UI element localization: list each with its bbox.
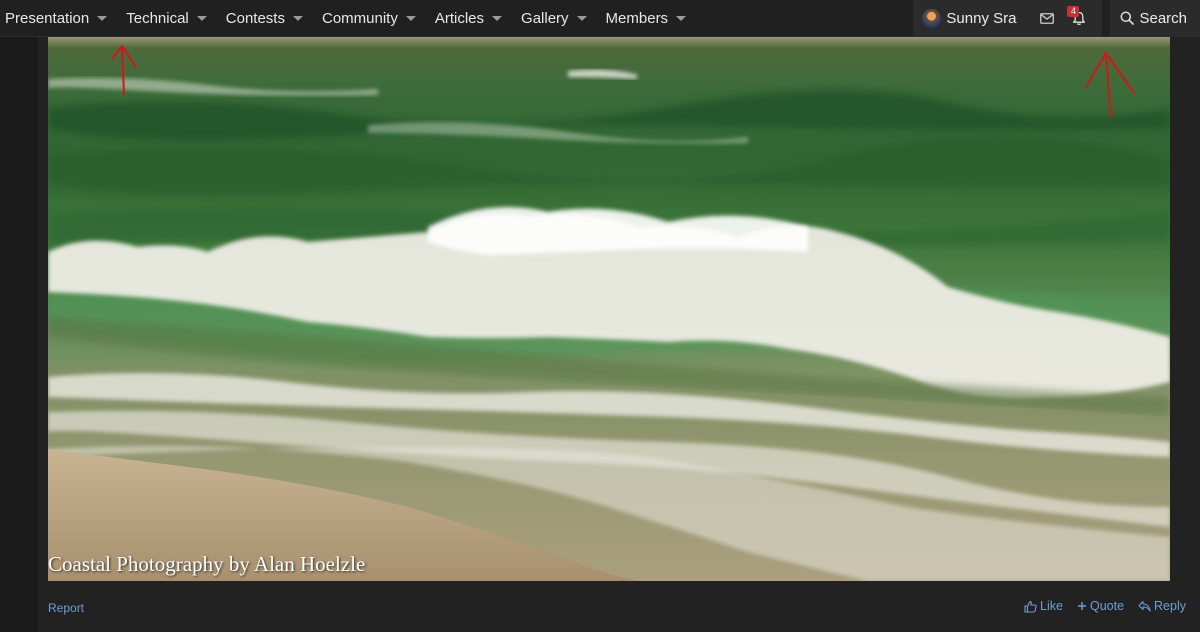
user-menu[interactable]: Sunny Sra 4 <box>913 0 1103 36</box>
avatar[interactable] <box>922 8 942 28</box>
post-container: Coastal Photography by Alan Hoelzle Repo… <box>38 37 1200 632</box>
nav-item-label: Articles <box>434 9 485 27</box>
search-button[interactable]: Search <box>1110 0 1200 36</box>
report-link[interactable]: Report <box>48 601 84 615</box>
caret-down-icon <box>576 15 587 21</box>
nav-item-community[interactable]: Community <box>317 0 430 36</box>
like-label: Like <box>1040 599 1063 613</box>
quote-label: Quote <box>1089 599 1125 613</box>
user-name: Sunny Sra <box>946 9 1017 27</box>
nav-item-label: Community <box>321 9 398 27</box>
nav-item-gallery[interactable]: Gallery <box>516 0 601 36</box>
quote-button[interactable]: Quote <box>1077 599 1124 613</box>
top-navbar: Presentation Technical Contests Communit… <box>0 0 1200 37</box>
photo-caption: Coastal Photography by Alan Hoelzle <box>48 552 366 576</box>
envelope-icon <box>1040 12 1055 24</box>
caret-down-icon <box>97 15 108 21</box>
wave-artwork <box>48 45 1170 581</box>
caret-down-icon <box>196 15 207 21</box>
inbox-button[interactable] <box>1036 0 1058 36</box>
nav-item-members[interactable]: Members <box>601 0 701 36</box>
caret-down-icon <box>292 15 303 21</box>
left-gutter <box>0 37 38 632</box>
post-footer: Report Like Quote Reply <box>48 599 1186 619</box>
nav-item-label: Gallery <box>521 9 569 27</box>
caret-down-icon <box>405 15 416 21</box>
plus-icon <box>1077 602 1086 610</box>
reply-icon <box>1138 600 1151 612</box>
reply-button[interactable]: Reply <box>1138 599 1186 613</box>
caret-down-icon <box>676 15 687 21</box>
caret-down-icon <box>492 15 503 21</box>
main-nav: Presentation Technical Contests Communit… <box>0 0 700 36</box>
nav-item-label: Contests <box>225 9 285 27</box>
alerts-badge: 4 <box>1067 6 1080 17</box>
nav-user-area: Sunny Sra 4 Search <box>913 0 1200 36</box>
like-button[interactable]: Like <box>1024 599 1063 613</box>
post-photo[interactable]: Coastal Photography by Alan Hoelzle <box>48 37 1170 581</box>
nav-item-articles[interactable]: Articles <box>430 0 516 36</box>
nav-item-contests[interactable]: Contests <box>221 0 317 36</box>
nav-item-presentation[interactable]: Presentation <box>0 0 121 36</box>
search-label: Search <box>1139 9 1187 27</box>
alerts-button[interactable]: 4 <box>1067 0 1090 36</box>
search-icon <box>1121 11 1135 25</box>
reply-label: Reply <box>1154 599 1186 613</box>
post-actions: Like Quote Reply <box>1010 599 1186 613</box>
thumbs-up-icon <box>1024 600 1037 613</box>
nav-item-technical[interactable]: Technical <box>121 0 221 36</box>
nav-item-label: Presentation <box>5 9 90 27</box>
nav-item-label: Technical <box>126 9 189 27</box>
nav-item-label: Members <box>605 9 669 27</box>
